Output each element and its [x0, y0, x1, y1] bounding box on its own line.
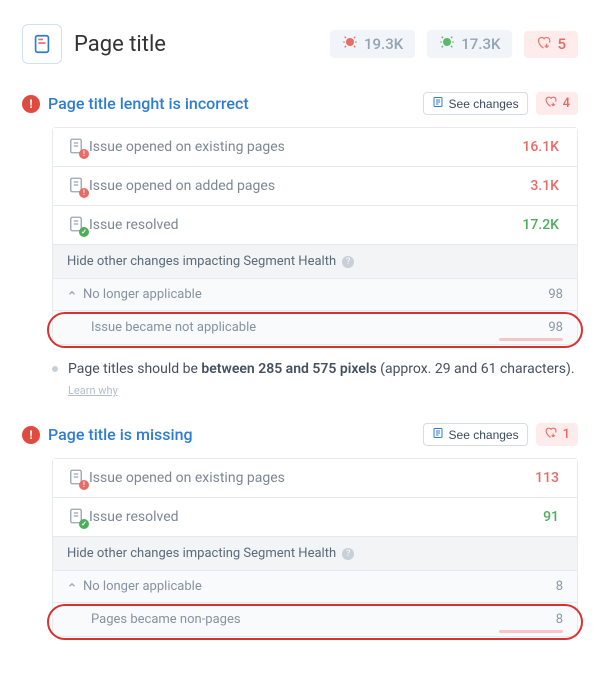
info-icon[interactable]: ? [342, 256, 354, 268]
alert-icon: ! [22, 426, 40, 444]
see-changes-label: See changes [449, 428, 519, 442]
heart-down-icon [536, 35, 551, 54]
sub-row[interactable]: Pages became non-pages 8 [53, 603, 577, 636]
issue-header: ! Page title lenght is incorrect See cha… [22, 92, 578, 115]
see-changes-label: See changes [449, 97, 519, 111]
section-header-label: Hide other changes impacting Segment Hea… [67, 546, 336, 561]
issue-health-drop-badge: 4 [536, 92, 578, 115]
stat-issues-resolved: 17.3K [427, 30, 512, 58]
issue-row[interactable]: ! Issue opened on added pages 3.1K [53, 167, 577, 206]
issue-row[interactable]: ✓ Issue resolved 17.2K [53, 206, 577, 245]
heart-down-icon [544, 95, 557, 112]
alert-icon: ! [22, 95, 40, 113]
see-changes-button[interactable]: See changes [423, 92, 528, 115]
issue-row[interactable]: ! Issue opened on existing pages 16.1K [53, 128, 577, 167]
row-label: Issue resolved [89, 509, 543, 525]
subrow-label: Pages became non-pages [91, 612, 556, 627]
stat-issues-resolved-value: 17.3K [461, 35, 500, 53]
page-header: Page title 19.3K 17.3K 5 [22, 24, 578, 64]
highlight-accent [499, 630, 563, 633]
issue-card: ! Page title lenght is incorrect See cha… [22, 92, 578, 401]
doc-alert-icon: ! [67, 176, 89, 196]
checklist-icon [432, 427, 444, 442]
issue-card: ! Page title is missing See changes 1 ! … [22, 423, 578, 637]
doc-alert-icon: ! [67, 137, 89, 157]
see-changes-button[interactable]: See changes [423, 423, 528, 446]
bug-resolved-icon [439, 34, 455, 54]
issue-health-drop-badge: 1 [536, 423, 578, 446]
row-label: Issue opened on existing pages [89, 139, 522, 155]
doc-check-icon: ✓ [67, 215, 89, 235]
subhead-value: 8 [556, 579, 563, 594]
chevron-up-icon [67, 579, 77, 594]
issue-row[interactable]: ✓ Issue resolved 91 [53, 498, 577, 537]
subhead-value: 98 [548, 287, 563, 302]
issue-description-text: Page titles should be between 285 and 57… [68, 359, 578, 401]
subrow-value: 8 [556, 612, 563, 627]
bug-open-icon [342, 34, 358, 54]
row-value: 17.2K [522, 217, 563, 233]
bullet-icon [52, 366, 58, 372]
row-label: Issue opened on added pages [89, 178, 530, 194]
issue-rows: ! Issue opened on existing pages 16.1K !… [52, 127, 578, 345]
issue-description: Page titles should be between 285 and 57… [52, 359, 578, 401]
issue-health-drop-value: 4 [563, 96, 570, 111]
chevron-up-icon [67, 287, 77, 302]
subhead-label: No longer applicable [83, 287, 548, 302]
hide-other-changes-header[interactable]: Hide other changes impacting Segment Hea… [53, 537, 577, 571]
stat-issues-opened: 19.3K [330, 30, 415, 58]
issue-header: ! Page title is missing See changes 1 [22, 423, 578, 446]
section-header-label: Hide other changes impacting Segment Hea… [67, 254, 336, 269]
row-label: Issue opened on existing pages [89, 470, 535, 486]
subrow-value: 98 [548, 320, 563, 335]
heart-down-icon [544, 426, 557, 443]
stat-health-drop-value: 5 [557, 35, 566, 53]
page-title: Page title [74, 32, 318, 57]
learn-why-link[interactable]: Learn why [68, 384, 118, 397]
sub-row[interactable]: Issue became not applicable 98 [53, 311, 577, 344]
hide-other-changes-header[interactable]: Hide other changes impacting Segment Hea… [53, 245, 577, 279]
row-value: 91 [543, 509, 563, 525]
issue-rows: ! Issue opened on existing pages 113 ✓ I… [52, 458, 578, 637]
issue-title[interactable]: Page title is missing [48, 425, 415, 444]
row-value: 16.1K [522, 139, 563, 155]
row-value: 113 [535, 470, 563, 486]
subrow-label: Issue became not applicable [91, 320, 548, 335]
row-value: 3.1K [530, 178, 563, 194]
subhead-label: No longer applicable [83, 579, 556, 594]
highlight-accent [499, 338, 563, 341]
stat-issues-opened-value: 19.3K [364, 35, 403, 53]
no-longer-applicable-toggle[interactable]: No longer applicable 8 [53, 571, 577, 603]
issue-title[interactable]: Page title lenght is incorrect [48, 94, 415, 113]
stat-health-drop: 5 [524, 31, 578, 58]
page-title-doc-icon [22, 24, 62, 64]
row-label: Issue resolved [89, 217, 522, 233]
doc-check-icon: ✓ [67, 507, 89, 527]
issue-row[interactable]: ! Issue opened on existing pages 113 [53, 459, 577, 498]
issue-health-drop-value: 1 [563, 427, 570, 442]
checklist-icon [432, 96, 444, 111]
doc-alert-icon: ! [67, 468, 89, 488]
info-icon[interactable]: ? [342, 548, 354, 560]
no-longer-applicable-toggle[interactable]: No longer applicable 98 [53, 279, 577, 311]
